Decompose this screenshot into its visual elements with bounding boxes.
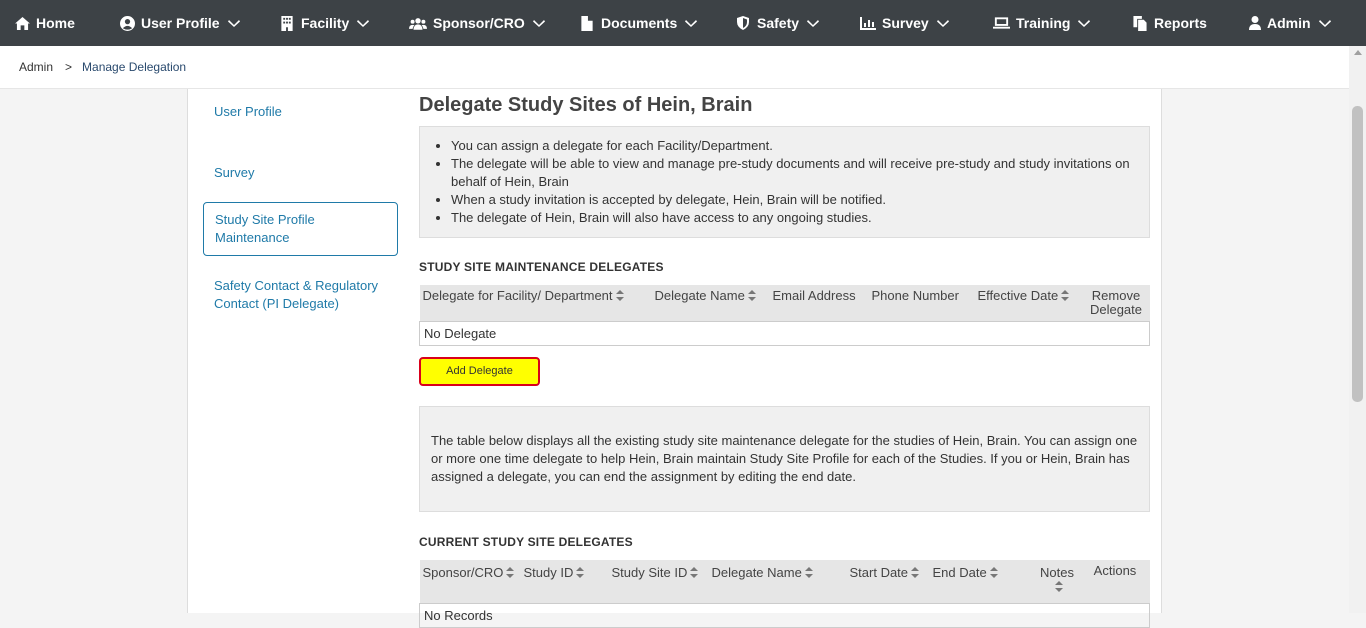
column-header[interactable]: Delegate Name <box>651 285 770 322</box>
nav-label-facility: Facility <box>301 15 350 31</box>
info-bullet: You can assign a delegate for each Facil… <box>451 137 1137 155</box>
vertical-scrollbar[interactable] <box>1349 46 1366 613</box>
nav-item-reports[interactable]: Reports <box>1132 15 1249 31</box>
chevron-down-icon <box>807 17 820 29</box>
page-container: User Profile Survey Study Site Profile M… <box>187 89 1162 628</box>
description-box: The table below displays all the existin… <box>419 406 1150 512</box>
info-box: You can assign a delegate for each Facil… <box>419 126 1150 238</box>
nav-item-documents[interactable]: Documents <box>579 15 735 31</box>
column-header: Actions <box>1080 560 1150 603</box>
nav-label-training: Training <box>1016 15 1071 31</box>
breadcrumb-current: Manage Delegation <box>82 60 187 74</box>
nav-label-admin: Admin <box>1267 15 1311 31</box>
sidebar-item-survey[interactable]: Survey <box>203 159 398 187</box>
chevron-down-icon <box>936 17 949 29</box>
column-header: Phone Number <box>868 285 975 322</box>
chevron-down-icon <box>685 17 698 29</box>
user-circle-icon <box>119 15 135 31</box>
scrollbar-thumb[interactable] <box>1352 106 1363 402</box>
bar-chart-icon <box>860 15 876 31</box>
users-icon <box>409 15 427 31</box>
nav-label-user-profile: User Profile <box>141 15 220 31</box>
column-header: Email Address <box>769 285 869 322</box>
scroll-up-arrow-icon[interactable] <box>1354 50 1362 55</box>
current-section-title: CURRENT STUDY SITE DELEGATES <box>419 535 633 549</box>
column-header[interactable]: Study Site ID <box>608 560 709 603</box>
chevron-down-icon <box>1318 17 1331 29</box>
sort-icon <box>506 567 515 578</box>
sort-icon <box>989 567 998 578</box>
nav-item-admin[interactable]: Admin <box>1249 15 1339 31</box>
nav-item-user-profile[interactable]: User Profile <box>119 15 277 31</box>
chevron-down-icon <box>1078 17 1091 29</box>
sort-icon <box>1061 290 1070 301</box>
sort-icon <box>804 567 813 578</box>
sidebar-item-safety-contact[interactable]: Safety Contact & Regulatory Contact (PI … <box>203 272 398 318</box>
chevron-down-icon <box>532 17 545 29</box>
nav-label-home: Home <box>36 15 75 31</box>
sort-icon <box>1054 581 1063 592</box>
column-header[interactable]: Study ID <box>520 560 609 603</box>
nav-item-training[interactable]: Training <box>993 15 1132 31</box>
user-icon <box>1249 15 1261 31</box>
chevron-down-icon <box>357 17 370 29</box>
side-navigation: User Profile Survey Study Site Profile M… <box>203 89 398 318</box>
nav-label-survey: Survey <box>882 15 929 31</box>
nav-item-facility[interactable]: Facility <box>279 15 409 31</box>
info-bullet: The delegate of Hein, Brain will also ha… <box>451 209 1137 227</box>
chevron-down-icon <box>227 17 240 29</box>
maintenance-delegates-table: Delegate for Facility/ Department Delega… <box>419 285 1150 346</box>
column-header[interactable]: Start Date <box>846 560 930 603</box>
laptop-icon <box>993 15 1010 31</box>
column-header[interactable]: Delegate Name <box>708 560 847 603</box>
sidebar-item-study-site-profile-maintenance[interactable]: Study Site Profile Maintenance <box>203 202 398 256</box>
sidebar-item-user-profile[interactable]: User Profile <box>203 98 398 126</box>
breadcrumb-separator: > <box>65 60 73 74</box>
copy-icon <box>1132 15 1148 31</box>
file-icon <box>579 15 595 31</box>
sort-icon <box>615 290 624 301</box>
breadcrumb: Admin > Manage Delegation <box>0 46 1349 89</box>
column-header[interactable]: Sponsor/CRO <box>419 560 521 603</box>
nav-label-documents: Documents <box>601 15 678 31</box>
column-header[interactable]: End Date <box>929 560 1034 603</box>
empty-row: No Delegate <box>419 321 1150 346</box>
nav-item-home[interactable]: Home <box>14 15 93 31</box>
nav-label-reports: Reports <box>1154 15 1207 31</box>
nav-item-sponsor-cro[interactable]: Sponsor/CRO <box>409 15 579 31</box>
sort-icon <box>690 567 699 578</box>
column-header: Remove Delegate <box>1082 285 1150 322</box>
info-bullet: The delegate will be able to view and ma… <box>451 155 1137 191</box>
nav-label-safety: Safety <box>757 15 800 31</box>
nav-label-sponsor-cro: Sponsor/CRO <box>433 15 525 31</box>
column-header[interactable]: Delegate for Facility/ Department <box>419 285 652 322</box>
column-header[interactable]: Notes <box>1033 560 1081 603</box>
page-title: Delegate Study Sites of Hein, Brain <box>419 94 753 116</box>
sort-icon <box>747 290 756 301</box>
home-icon <box>14 15 30 31</box>
nav-item-safety[interactable]: Safety <box>735 15 860 31</box>
empty-row: No Records <box>419 602 1150 628</box>
shield-icon <box>735 15 751 31</box>
top-navigation-bar: Home User Profile Facility Sponsor/CRO D… <box>0 0 1366 46</box>
info-bullet: When a study invitation is accepted by d… <box>451 191 1137 209</box>
sort-icon <box>911 567 920 578</box>
maintenance-section-title: STUDY SITE MAINTENANCE DELEGATES <box>419 260 664 274</box>
breadcrumb-admin[interactable]: Admin <box>19 60 53 74</box>
building-icon <box>279 15 295 31</box>
main-content: Delegate Study Sites of Hein, Brain You … <box>419 89 1150 628</box>
column-header[interactable]: Effective Date <box>974 285 1083 322</box>
current-delegates-table: Sponsor/CRO Study ID Study Site ID Deleg… <box>419 560 1150 628</box>
nav-item-survey[interactable]: Survey <box>860 15 993 31</box>
add-delegate-button[interactable]: Add Delegate <box>419 357 540 386</box>
sort-icon <box>576 567 585 578</box>
